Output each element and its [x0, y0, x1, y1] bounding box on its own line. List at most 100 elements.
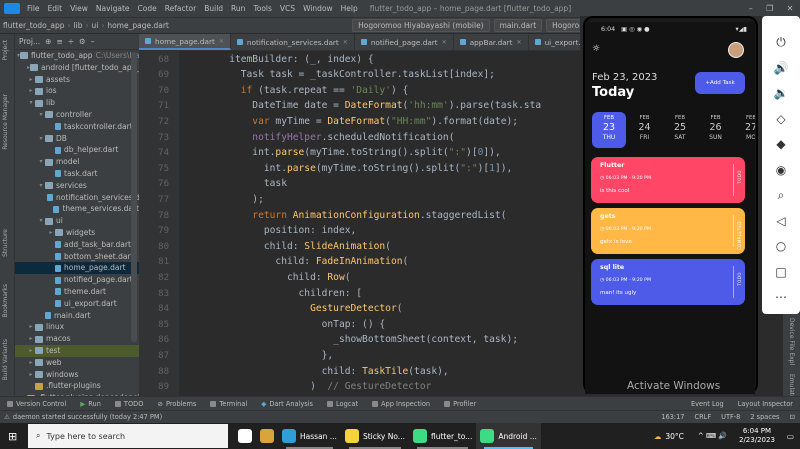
- tree-item[interactable]: db_helper.dart: [15, 144, 139, 156]
- close-tab-icon[interactable]: ✕: [442, 39, 447, 46]
- camera-icon[interactable]: ◉: [771, 160, 791, 180]
- logcat-tab[interactable]: Logcat: [320, 400, 365, 408]
- tree-item[interactable]: ▾ services: [15, 180, 139, 192]
- collapse-icon[interactable]: ≡: [56, 37, 62, 46]
- breadcrumb-project[interactable]: flutter_todo_app: [0, 21, 68, 30]
- code-editor[interactable]: 68 69 70 71 72 73 74 75 76 77 78 79 80 81 82 83 84 85 86 87…: [139, 51, 580, 396]
- tree-item[interactable]: theme.dart: [15, 286, 139, 298]
- chevron-right-icon[interactable]: ▸: [27, 321, 35, 333]
- taskbar-app[interactable]: [234, 423, 256, 449]
- tree-item[interactable]: ▸ linux: [15, 321, 139, 333]
- weather-widget[interactable]: ☁ 30°C: [646, 432, 692, 441]
- project-scrollbar[interactable]: [131, 52, 137, 342]
- project-view-selector[interactable]: Proj...: [19, 37, 40, 46]
- tree-item[interactable]: .flutter-plugins: [15, 380, 139, 392]
- tree-item[interactable]: ▸ macos: [15, 333, 139, 345]
- tree-item[interactable]: main.dart: [15, 310, 139, 322]
- menu-file[interactable]: File: [23, 4, 44, 13]
- tree-item[interactable]: ▸ widgets: [15, 227, 139, 239]
- menu-vcs[interactable]: VCS: [276, 4, 299, 13]
- menu-navigate[interactable]: Navigate: [92, 4, 134, 13]
- chevron-right-icon[interactable]: ▸: [27, 357, 35, 369]
- tree-item[interactable]: ▾ DB: [15, 133, 139, 145]
- profiler-tab[interactable]: Profiler: [437, 400, 483, 408]
- zoom-icon[interactable]: ⌕: [771, 185, 791, 205]
- date-cell[interactable]: FEB 25 SAT: [663, 112, 697, 148]
- device-selector[interactable]: Hogoromoo Hiyabayashi (mobile): [352, 19, 490, 32]
- chevron-down-icon[interactable]: ▾: [37, 156, 45, 168]
- structure-tool-tab[interactable]: Structure: [2, 229, 9, 257]
- theme-toggle-icon[interactable]: ☼: [592, 44, 600, 54]
- taskbar-app[interactable]: flutter_to...: [409, 423, 476, 449]
- terminal-tab[interactable]: Terminal: [203, 400, 254, 408]
- avatar[interactable]: [728, 42, 744, 58]
- tree-item[interactable]: ui_export.dart: [15, 298, 139, 310]
- menu-build[interactable]: Build: [200, 4, 227, 13]
- menu-edit[interactable]: Edit: [44, 4, 67, 13]
- taskbar-app[interactable]: [256, 423, 278, 449]
- overview-icon[interactable]: □: [771, 262, 791, 282]
- menu-help[interactable]: Help: [337, 4, 362, 13]
- rotate-left-icon[interactable]: ◇: [771, 109, 791, 129]
- chevron-down-icon[interactable]: ▾: [37, 215, 45, 227]
- maximize-button[interactable]: ❐: [766, 4, 773, 13]
- todo-tab[interactable]: TODO: [108, 400, 151, 408]
- close-tab-icon[interactable]: ✕: [219, 38, 224, 45]
- editor-tab[interactable]: ui_export.dart✕: [529, 34, 580, 50]
- chevron-down-icon[interactable]: ▾: [37, 133, 45, 145]
- tree-item[interactable]: ▸ android [flutter_todo_app_a: [15, 62, 139, 74]
- run-config-selector[interactable]: main.dart: [493, 19, 543, 32]
- date-cell[interactable]: FEB 24 FRI: [628, 112, 662, 148]
- tree-item[interactable]: ▸ windows: [15, 369, 139, 381]
- settings-gear-icon[interactable]: ⚙: [79, 37, 86, 46]
- task-card[interactable]: Flutter ◷ 06:03 PM - 9:20 PM is this cool T…: [591, 157, 745, 203]
- date-cell[interactable]: FEB 27 MO: [734, 112, 755, 148]
- expand-icon[interactable]: ÷: [68, 37, 74, 46]
- file-encoding[interactable]: UTF-8: [716, 413, 745, 421]
- date-cell[interactable]: FEB 23 THU: [592, 112, 626, 148]
- tree-item[interactable]: notified_page.dart: [15, 274, 139, 286]
- tree-item[interactable]: ▸ ios: [15, 85, 139, 97]
- layout-inspector-tab[interactable]: Layout Inspector: [731, 400, 800, 408]
- menu-view[interactable]: View: [66, 4, 92, 13]
- menu-window[interactable]: Window: [299, 4, 337, 13]
- phone-screen[interactable]: 6:04 ▣ ◎ ◉ ● ▾◢▮ ☼ Feb 23, 2023 Today +A…: [585, 22, 755, 394]
- editor-tab[interactable]: appBar.dart ✕: [454, 34, 529, 50]
- chevron-right-icon[interactable]: ▸: [47, 227, 55, 239]
- chevron-right-icon[interactable]: ▸: [27, 74, 35, 86]
- menu-tools[interactable]: Tools: [249, 4, 275, 13]
- volume-down-icon[interactable]: 🔉: [771, 83, 791, 103]
- menu-code[interactable]: Code: [134, 4, 161, 13]
- chevron-right-icon[interactable]: ▸: [27, 333, 35, 345]
- app-inspection-tab[interactable]: App Inspection: [365, 400, 437, 408]
- tree-item[interactable]: ▾flutter_todo_appC:\Users\Han: [15, 50, 139, 62]
- notification-center-icon[interactable]: ▭: [781, 432, 800, 441]
- taskbar-search[interactable]: ⌕ Type here to search: [28, 424, 228, 448]
- taskbar-app[interactable]: Sticky No...: [341, 423, 409, 449]
- run-tab[interactable]: ▶ Run: [73, 400, 108, 408]
- editor-tab[interactable]: notification_services.dart ✕: [231, 34, 355, 50]
- tree-item[interactable]: notification_services.d: [15, 192, 139, 204]
- back-icon[interactable]: ◁: [771, 211, 791, 231]
- task-card[interactable]: gets ◷ 06:03 PM - 9:20 PM getx is love COMP…: [591, 208, 745, 254]
- tree-item[interactable]: ▸ test: [15, 344, 139, 357]
- taskbar-app[interactable]: Android ...: [476, 423, 541, 449]
- tree-item[interactable]: taskcontroller.dart: [15, 121, 139, 133]
- status-message[interactable]: daemon started successfully (today 2:47 …: [13, 413, 162, 421]
- tree-item[interactable]: ▾ controller: [15, 109, 139, 121]
- tree-item[interactable]: ▾ lib: [15, 97, 139, 109]
- volume-up-icon[interactable]: 🔊: [771, 58, 791, 78]
- hide-icon[interactable]: –: [91, 37, 95, 46]
- chevron-right-icon[interactable]: ▸: [27, 369, 35, 381]
- home-icon[interactable]: ○: [771, 236, 791, 256]
- tree-item[interactable]: theme_services.dart: [15, 203, 139, 215]
- minimize-button[interactable]: –: [749, 4, 753, 13]
- tree-item[interactable]: ▾ ui: [15, 215, 139, 227]
- project-tool-tab[interactable]: Project: [2, 40, 9, 61]
- bookmarks-tool-tab[interactable]: Bookmarks: [2, 284, 9, 318]
- indent-setting[interactable]: 2 spaces: [745, 413, 784, 421]
- add-task-button[interactable]: +Add Task: [695, 72, 745, 94]
- locate-icon[interactable]: ⊕: [45, 37, 51, 46]
- chevron-down-icon[interactable]: ▾: [37, 180, 45, 192]
- chevron-down-icon[interactable]: ▾: [27, 97, 35, 109]
